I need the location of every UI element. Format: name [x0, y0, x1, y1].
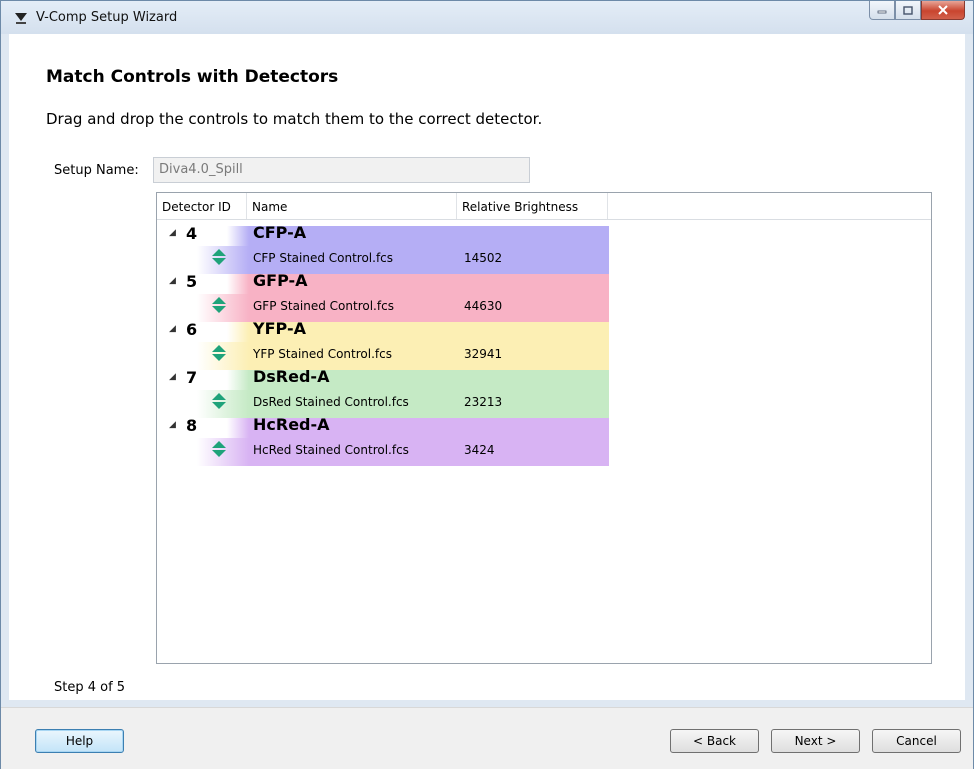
detector-name: DsRed-A	[253, 367, 330, 386]
detector-id: 4	[186, 224, 198, 243]
title-bar[interactable]: V-Comp Setup Wizard	[1, 1, 973, 34]
control-file-name: GFP Stained Control.fcs	[253, 299, 394, 313]
drag-handle-icon[interactable]	[212, 441, 226, 457]
maximize-icon	[903, 5, 913, 15]
grid-header: Detector ID Name Relative Brightness	[157, 193, 931, 220]
relative-brightness-value: 3424	[464, 443, 495, 457]
detector-name: YFP-A	[253, 319, 306, 338]
control-row[interactable]: YFP Stained Control.fcs 32941	[157, 342, 609, 370]
detector-group: ◢ 5 GFP-A GFP Stained Control.fcs 44630	[157, 271, 609, 322]
close-icon	[938, 5, 948, 15]
column-header-relative-brightness[interactable]: Relative Brightness	[457, 193, 608, 219]
step-indicator: Step 4 of 5	[54, 680, 126, 695]
instruction-text: Drag and drop the controls to match them…	[46, 110, 543, 128]
control-file-name: HcRed Stained Control.fcs	[253, 443, 409, 457]
column-header-detector-id[interactable]: Detector ID	[157, 193, 247, 219]
grid-rows: ◢ 4 CFP-A CFP Stained Control.fcs 14502 …	[157, 223, 609, 466]
drag-handle-icon[interactable]	[212, 297, 226, 313]
next-button[interactable]: Next >	[771, 729, 860, 753]
expander-triangle-icon[interactable]: ◢	[169, 420, 176, 430]
back-button[interactable]: < Back	[670, 729, 759, 753]
expander-triangle-icon[interactable]: ◢	[169, 324, 176, 334]
detector-id: 5	[186, 272, 198, 291]
control-row[interactable]: DsRed Stained Control.fcs 23213	[157, 390, 609, 418]
relative-brightness-value: 44630	[464, 299, 503, 313]
close-button[interactable]	[921, 1, 965, 20]
relative-brightness-value: 14502	[464, 251, 503, 265]
setup-name-field[interactable]: Diva4.0_Spill	[153, 157, 530, 183]
detector-row[interactable]: ◢ 7 DsRed-A	[157, 367, 609, 390]
relative-brightness-value: 23213	[464, 395, 503, 409]
drag-handle-icon[interactable]	[212, 249, 226, 265]
window-controls	[869, 1, 965, 21]
expander-triangle-icon[interactable]: ◢	[169, 372, 176, 382]
expander-triangle-icon[interactable]: ◢	[169, 276, 176, 286]
control-row[interactable]: CFP Stained Control.fcs 14502	[157, 246, 609, 274]
setup-name-label: Setup Name:	[54, 163, 139, 178]
detector-row[interactable]: ◢ 8 HcRed-A	[157, 415, 609, 438]
cancel-button[interactable]: Cancel	[872, 729, 961, 753]
drag-handle-icon[interactable]	[212, 345, 226, 361]
control-row[interactable]: HcRed Stained Control.fcs 3424	[157, 438, 609, 466]
column-header-name[interactable]: Name	[247, 193, 457, 219]
wizard-window: V-Comp Setup Wizard Match Controls with …	[0, 0, 974, 769]
detector-id: 6	[186, 320, 198, 339]
detector-group: ◢ 6 YFP-A YFP Stained Control.fcs 32941	[157, 319, 609, 370]
app-logo-icon	[15, 13, 27, 24]
detector-name: CFP-A	[253, 223, 307, 242]
control-file-name: YFP Stained Control.fcs	[253, 347, 392, 361]
drag-handle-icon[interactable]	[212, 393, 226, 409]
relative-brightness-value: 32941	[464, 347, 503, 361]
window-title: V-Comp Setup Wizard	[36, 10, 178, 25]
detector-group: ◢ 7 DsRed-A DsRed Stained Control.fcs 23…	[157, 367, 609, 418]
minimize-button[interactable]	[869, 1, 895, 20]
expander-triangle-icon[interactable]: ◢	[169, 228, 176, 238]
detector-group: ◢ 8 HcRed-A HcRed Stained Control.fcs 34…	[157, 415, 609, 466]
detector-name: HcRed-A	[253, 415, 330, 434]
detector-row[interactable]: ◢ 5 GFP-A	[157, 271, 609, 294]
button-bar: Help < Back Next > Cancel	[1, 707, 973, 769]
detector-id: 7	[186, 368, 198, 387]
detector-row[interactable]: ◢ 4 CFP-A	[157, 223, 609, 246]
minimize-icon	[877, 10, 887, 14]
control-row[interactable]: GFP Stained Control.fcs 44630	[157, 294, 609, 322]
detector-id: 8	[186, 416, 198, 435]
control-file-name: DsRed Stained Control.fcs	[253, 395, 409, 409]
detector-control-grid[interactable]: Detector ID Name Relative Brightness ◢ 4…	[156, 192, 932, 664]
detector-name: GFP-A	[253, 271, 308, 290]
maximize-button[interactable]	[895, 1, 921, 20]
control-file-name: CFP Stained Control.fcs	[253, 251, 394, 265]
page-title: Match Controls with Detectors	[46, 67, 339, 87]
help-button[interactable]: Help	[35, 729, 124, 753]
detector-row[interactable]: ◢ 6 YFP-A	[157, 319, 609, 342]
detector-group: ◢ 4 CFP-A CFP Stained Control.fcs 14502	[157, 223, 609, 274]
